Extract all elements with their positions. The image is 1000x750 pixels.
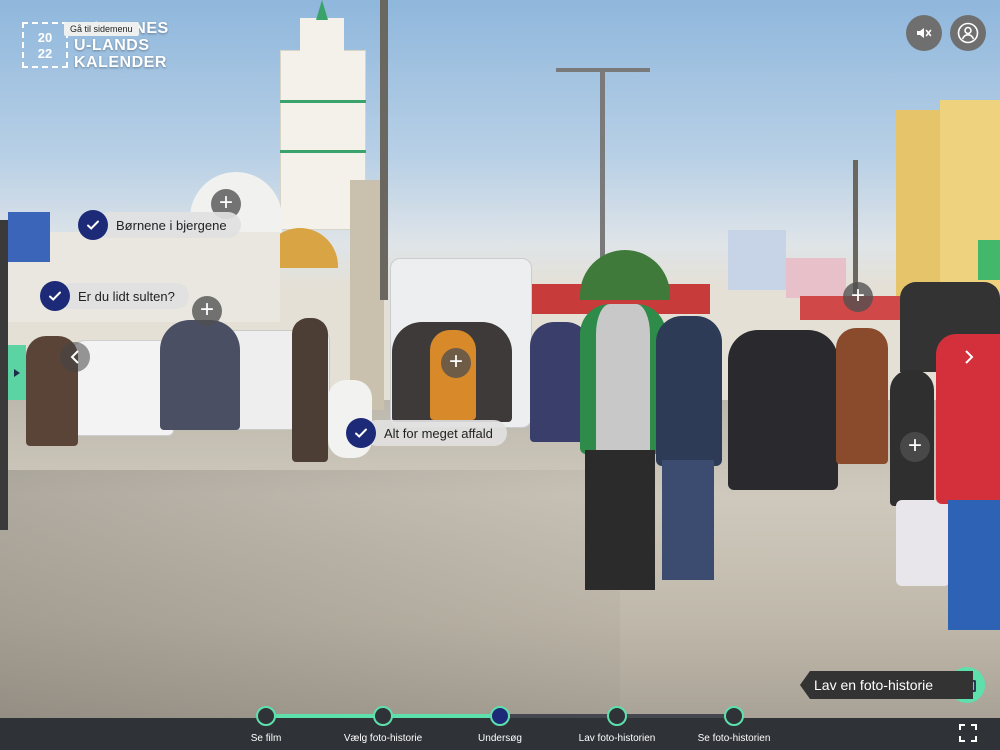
story-hotspot[interactable]: Er du lidt sulten? — [40, 281, 189, 311]
pan-right-button[interactable] — [954, 342, 984, 372]
far-building — [728, 230, 786, 290]
minaret-green-stripe — [280, 100, 366, 103]
step-label[interactable]: Se film — [206, 733, 326, 744]
step-label[interactable]: Lav foto-historien — [557, 733, 677, 744]
person-navy-hoodie — [656, 316, 722, 466]
crowd — [728, 330, 838, 490]
minaret-spire — [316, 0, 328, 20]
minaret-top — [300, 18, 344, 52]
story-hotspot[interactable]: Alt for meget affald — [346, 418, 507, 448]
step-dot[interactable] — [256, 706, 276, 726]
person-robe — [292, 318, 328, 462]
step-dot[interactable] — [373, 706, 393, 726]
speaker-muted-icon — [917, 28, 932, 38]
shopping-bag — [896, 500, 950, 586]
story-label: Børnene i bjergene — [96, 212, 241, 238]
step-dot-current[interactable] — [490, 706, 510, 726]
pink-building — [786, 258, 846, 298]
green-flag — [978, 240, 1000, 280]
make-photo-story-cta[interactable]: Lav en foto-historie — [800, 667, 986, 703]
utility-pole — [853, 160, 858, 300]
blue-sign — [8, 212, 50, 262]
person-brown-coat — [836, 328, 888, 464]
palm-tree — [580, 250, 670, 300]
street-scene-photo[interactable] — [0, 0, 1000, 718]
mute-button[interactable] — [906, 15, 942, 51]
hotspot-plus[interactable]: + — [900, 432, 930, 462]
logo-year-box: 20 22 — [22, 22, 68, 68]
crowd — [160, 320, 240, 430]
logo-line-3: KALENDER — [74, 54, 167, 71]
story-hotspot[interactable]: Børnene i bjergene — [78, 210, 241, 240]
person-legs — [585, 450, 655, 590]
step-dot[interactable] — [607, 706, 627, 726]
utility-pole — [380, 0, 388, 300]
check-icon — [87, 220, 99, 230]
hotspot-plus[interactable]: + — [441, 348, 471, 378]
person-legs — [662, 460, 714, 580]
logo-year-bottom: 22 — [37, 46, 53, 61]
person-green-hoodie — [580, 304, 666, 454]
skip-to-menu-link[interactable]: Gå til sidemenu — [64, 22, 139, 36]
profile-button[interactable] — [950, 15, 986, 51]
road-shadow — [0, 470, 620, 718]
step-label[interactable]: Se foto-historien — [674, 733, 794, 744]
story-label: Er du lidt sulten? — [58, 283, 189, 309]
user-icon — [957, 22, 979, 44]
fullscreen-icon — [959, 724, 977, 742]
hotspot-plus[interactable]: + — [843, 282, 873, 312]
side-menu-toggle[interactable] — [8, 345, 26, 400]
street-lamp-arm — [556, 68, 650, 72]
chevron-left-icon — [70, 350, 79, 364]
pan-left-button[interactable] — [60, 342, 90, 372]
hotspot-plus[interactable]: + — [192, 296, 222, 326]
step-label[interactable]: Vælg foto-historie — [323, 733, 443, 744]
logo-line-2: U-LANDS — [74, 37, 150, 54]
logo-year-top: 20 — [37, 30, 53, 45]
caret-right-icon — [14, 368, 20, 377]
check-badge — [40, 281, 70, 311]
step-label[interactable]: Undersøg — [440, 733, 560, 744]
side-panel-edge — [0, 220, 8, 530]
check-icon — [49, 291, 61, 301]
minaret-green-stripe — [280, 150, 366, 153]
check-badge — [78, 210, 108, 240]
cta-label: Lav en foto-historie — [800, 671, 974, 699]
column-pillar — [350, 180, 384, 410]
check-icon — [355, 428, 367, 438]
chevron-right-icon — [965, 350, 974, 364]
step-dot[interactable] — [724, 706, 744, 726]
story-label: Alt for meget affald — [364, 420, 507, 446]
person-legs — [948, 500, 1000, 630]
check-badge — [346, 418, 376, 448]
fullscreen-button[interactable] — [958, 723, 978, 743]
